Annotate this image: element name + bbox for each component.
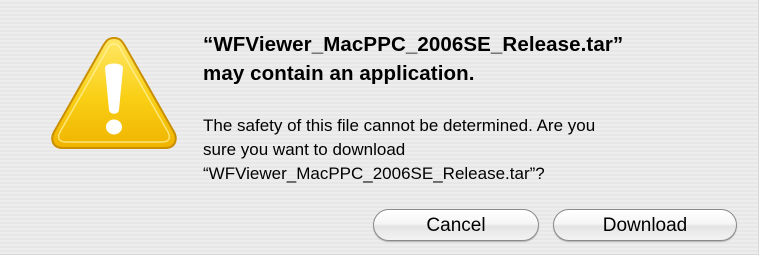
cancel-button[interactable]: Cancel [373,209,539,241]
download-warning-dialog: “WFViewer_MacPPC_2006SE_Release.tar” may… [0,0,759,255]
dialog-message: The safety of this file cannot be determ… [203,116,596,183]
dialog-title: “WFViewer_MacPPC_2006SE_Release.tar” may… [203,33,624,85]
warning-triangle-icon [50,34,178,152]
download-button[interactable]: Download [553,209,737,241]
